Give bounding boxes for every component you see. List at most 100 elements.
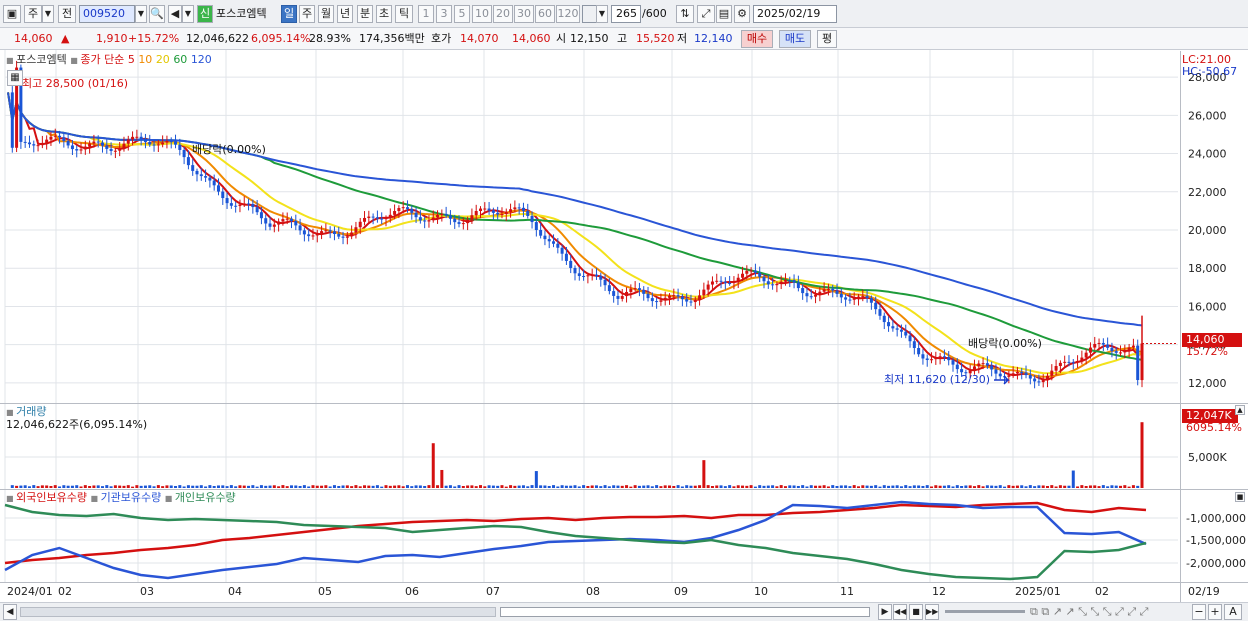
calculator-icon[interactable]: ▦ [7,70,23,86]
volume-bar [148,485,152,488]
scroll-right-icon[interactable]: ▶ [878,604,892,620]
volume-bar [1028,485,1032,488]
period-dropdown-icon[interactable]: ▼ [42,5,54,23]
candle-body [659,300,663,302]
candle-body [1041,380,1045,383]
candle-body [899,329,903,332]
speaker-icon[interactable]: ◀ [168,5,182,23]
volume-holding-divider[interactable] [0,489,1248,490]
average-button[interactable]: 평 [817,30,837,48]
volume-bar [285,486,289,488]
stock-code-input[interactable]: 009520 [79,5,135,23]
stock-chart[interactable]: 28,00026,00024,00022,00020,00018,00016,0… [0,50,1248,621]
volume-bar [427,485,431,488]
ma-legend-5: 5 [127,53,135,66]
interval-year[interactable]: 년 [337,5,353,23]
chart-tool-icon[interactable]: ⇅ [676,5,694,23]
price-volume-divider[interactable] [0,403,1248,404]
candle-body [1101,342,1105,345]
stop-icon[interactable]: ■ [909,604,923,620]
date-input[interactable]: 2025/02/19 [753,5,837,23]
volume-bar [964,485,968,488]
volume-bar [470,485,474,488]
volume-bar [311,485,315,488]
custom-step-dropdown-icon[interactable]: ▼ [596,5,608,23]
volume-bar [985,485,989,488]
candle-body [208,177,212,181]
volume-bar [723,486,727,488]
buy-button[interactable]: 매수 [741,30,773,48]
minute-step-1[interactable]: 1 [418,5,434,23]
settings-icon[interactable]: ⚙ [734,5,750,23]
rewind-icon[interactable]: ◀◀ [893,604,907,620]
scroll-track[interactable] [20,607,496,617]
minute-step-120[interactable]: 120 [556,5,580,23]
zoom-in-button[interactable]: + [1208,604,1222,620]
volume-bar [874,485,878,488]
volume-bar [771,485,775,488]
search-icon[interactable]: 🔍 [149,5,165,23]
volume-bar [715,485,719,488]
speaker-dropdown-icon[interactable]: ▼ [182,5,194,23]
holding-pane-close-icon[interactable]: ■ [1235,492,1245,502]
sell-button[interactable]: 매도 [779,30,811,48]
candle-body [732,281,736,284]
period-button[interactable]: 주 [24,5,42,23]
data-count-input[interactable]: 265 [611,5,641,23]
candle-body [152,144,156,146]
volume-bar [530,485,534,488]
compare-button[interactable]: 전 [58,5,76,23]
candle-body [49,136,53,140]
candle-body [393,211,397,215]
scroll-thumb[interactable] [500,607,870,617]
zoom-out-button[interactable]: − [1192,604,1206,620]
candle-body [135,136,139,138]
volume-bar [513,485,517,488]
volume-bar [345,485,349,488]
interval-day[interactable]: 일 [281,5,297,23]
interval-month[interactable]: 월 [318,5,334,23]
scroll-left-icon[interactable]: ◀ [3,604,17,620]
candle-body [530,215,534,223]
minute-step-3[interactable]: 3 [436,5,452,23]
x-axis-label: 03 [140,585,154,598]
minute-step-5[interactable]: 5 [454,5,470,23]
text-tool-button[interactable]: A [1224,604,1242,620]
volume-bar [199,485,203,488]
candle-body [1028,375,1032,379]
cross-line-icon[interactable]: ⤢ [697,5,715,23]
candle-body [191,165,195,171]
candle-body [1058,362,1062,367]
minute-step-10[interactable]: 10 [472,5,492,23]
candle-body [255,207,259,213]
candle-body [298,225,302,231]
volume-bar [1054,486,1058,488]
code-dropdown-icon[interactable]: ▼ [135,5,147,23]
interval-week[interactable]: 주 [299,5,315,23]
fast-forward-icon[interactable]: ▶▶ [925,604,939,620]
volume-pane-close-icon[interactable]: ▲ [1235,405,1245,415]
candle-body [998,373,1002,377]
volume-bar [642,485,646,488]
speed-slider[interactable] [945,610,1025,613]
minute-step-60[interactable]: 60 [535,5,555,23]
save-icon[interactable]: ▤ [716,5,732,23]
candle-body [783,280,787,282]
interval-tick[interactable]: 틱 [395,5,413,23]
minute-step-20[interactable]: 20 [493,5,513,23]
candle-body [556,243,560,248]
minute-step-30[interactable]: 30 [514,5,534,23]
volume-bar [599,486,603,488]
candle-body [796,282,800,289]
volume-bar [710,485,714,488]
volume-bar [792,485,796,488]
candle-body [371,216,375,218]
candle-body [75,149,79,151]
volume-bar [1037,485,1041,488]
window-icon[interactable]: ▣ [3,5,21,23]
candle-body [835,290,839,294]
interval-minute[interactable]: 분 [357,5,373,23]
drawing-tools-icon[interactable]: ⧉ ⧉ ↗ ↗ ⤡ ⤡ ⤡ ⤢ ⤢ ⤢ [1030,604,1148,620]
dividend-annotation-1: 배당락(0.00%) [192,143,266,156]
interval-second[interactable]: 초 [376,5,392,23]
